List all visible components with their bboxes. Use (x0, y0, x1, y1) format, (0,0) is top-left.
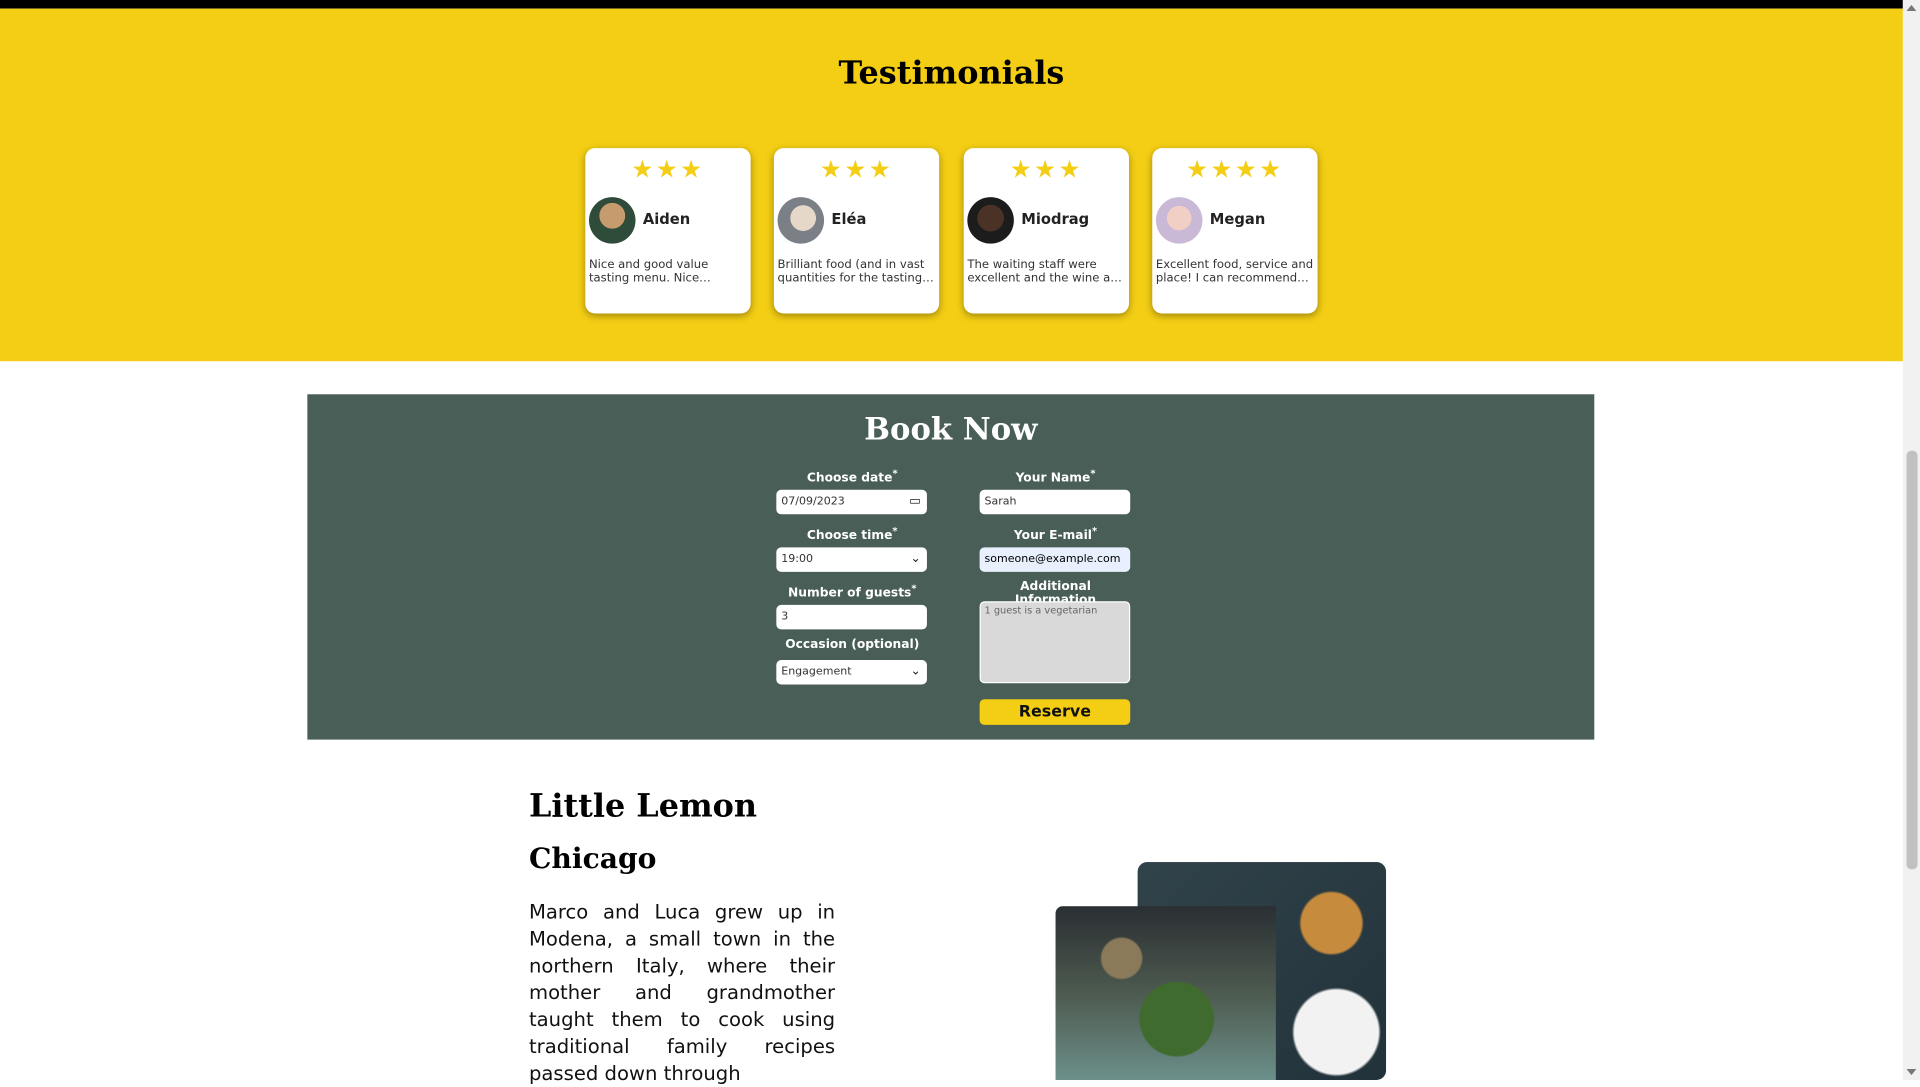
testimonial-card-megan: ★★★★ Megan Excellent food, service and p… (1152, 148, 1318, 314)
testimonial-name: Eléa (831, 210, 867, 228)
scrollbar[interactable] (1902, 0, 1920, 1081)
about-paragraph: Marco and Luca grew up in Modena, a smal… (528, 900, 836, 1085)
time-select[interactable]: 19:00 ⌄ (776, 547, 927, 572)
time-label: Choose time* (806, 525, 898, 543)
occasion-label: Occasion (optional) (785, 637, 920, 652)
testimonial-name: Miodrag (1021, 210, 1090, 228)
name-input[interactable]: Sarah (979, 489, 1131, 515)
page: Testimonials ★★★ Aiden Nice and good val… (0, 0, 1920, 1085)
star-rating-icon: ★★★ (819, 154, 894, 184)
name-label: Your Name* (1015, 467, 1096, 486)
testimonial-card-aiden: ★★★ Aiden Nice and good value tasting me… (585, 148, 751, 314)
chevron-down-icon: ⌄ (910, 552, 921, 566)
testimonial-text: Nice and good value tasting menu. Nice a… (588, 258, 709, 286)
testimonial-name: Aiden (642, 210, 691, 228)
about-title: Little Lemon (528, 788, 758, 826)
date-label: Choose date* (806, 467, 898, 486)
about-subtitle: Chicago (528, 842, 657, 876)
email-label: Your E-mail* (1013, 525, 1098, 543)
testimonials-section: Testimonials ★★★ Aiden Nice and good val… (0, 8, 1903, 362)
date-input[interactable]: 07/09/2023 ▭ (776, 489, 927, 515)
booking-section: Book Now Choose date* 07/09/2023 ▭ Choose… (307, 394, 1595, 740)
scrollbar-thumb[interactable] (1906, 450, 1918, 870)
scroll-up-icon[interactable] (1906, 4, 1917, 12)
occasion-select[interactable]: Engagement ⌄ (776, 660, 927, 685)
star-rating-icon: ★★★★ (1186, 154, 1284, 184)
info-textarea[interactable]: 1 guest is a vegetarian (979, 601, 1131, 684)
restaurant-photo (1055, 906, 1276, 1081)
scroll-down-icon[interactable] (1906, 1068, 1917, 1076)
testimonial-card-miodrag: ★★★ Miodrag The waiting staff were excel… (963, 148, 1129, 314)
guests-input[interactable]: 3 (776, 604, 927, 630)
avatar (967, 197, 1014, 244)
top-divider (0, 0, 1903, 9)
testimonial-card-elea: ★★★ Eléa Brilliant food (and in vast qua… (773, 148, 940, 314)
testimonials-title: Testimonials (838, 55, 1065, 92)
avatar (1155, 197, 1203, 244)
avatar (588, 197, 636, 244)
email-input[interactable]: someone@example.com (979, 547, 1131, 572)
chevron-down-icon: ⌄ (910, 664, 921, 679)
testimonial-text: Brilliant food (and in vast quantities f… (777, 258, 925, 286)
calendar-icon[interactable]: ▭ (909, 490, 921, 514)
testimonial-text: Excellent food, service and place! I can… (1155, 258, 1314, 286)
testimonial-name: Megan (1209, 210, 1266, 228)
star-rating-icon: ★★★ (1009, 154, 1083, 184)
testimonial-text: The waiting staff were excellent and the… (967, 258, 1126, 286)
avatar (777, 197, 825, 244)
reserve-button[interactable]: Reserve (979, 699, 1131, 725)
guests-label: Number of guests* (788, 582, 917, 601)
booking-title: Book Now (864, 411, 1038, 447)
star-rating-icon: ★★★ (631, 154, 705, 184)
